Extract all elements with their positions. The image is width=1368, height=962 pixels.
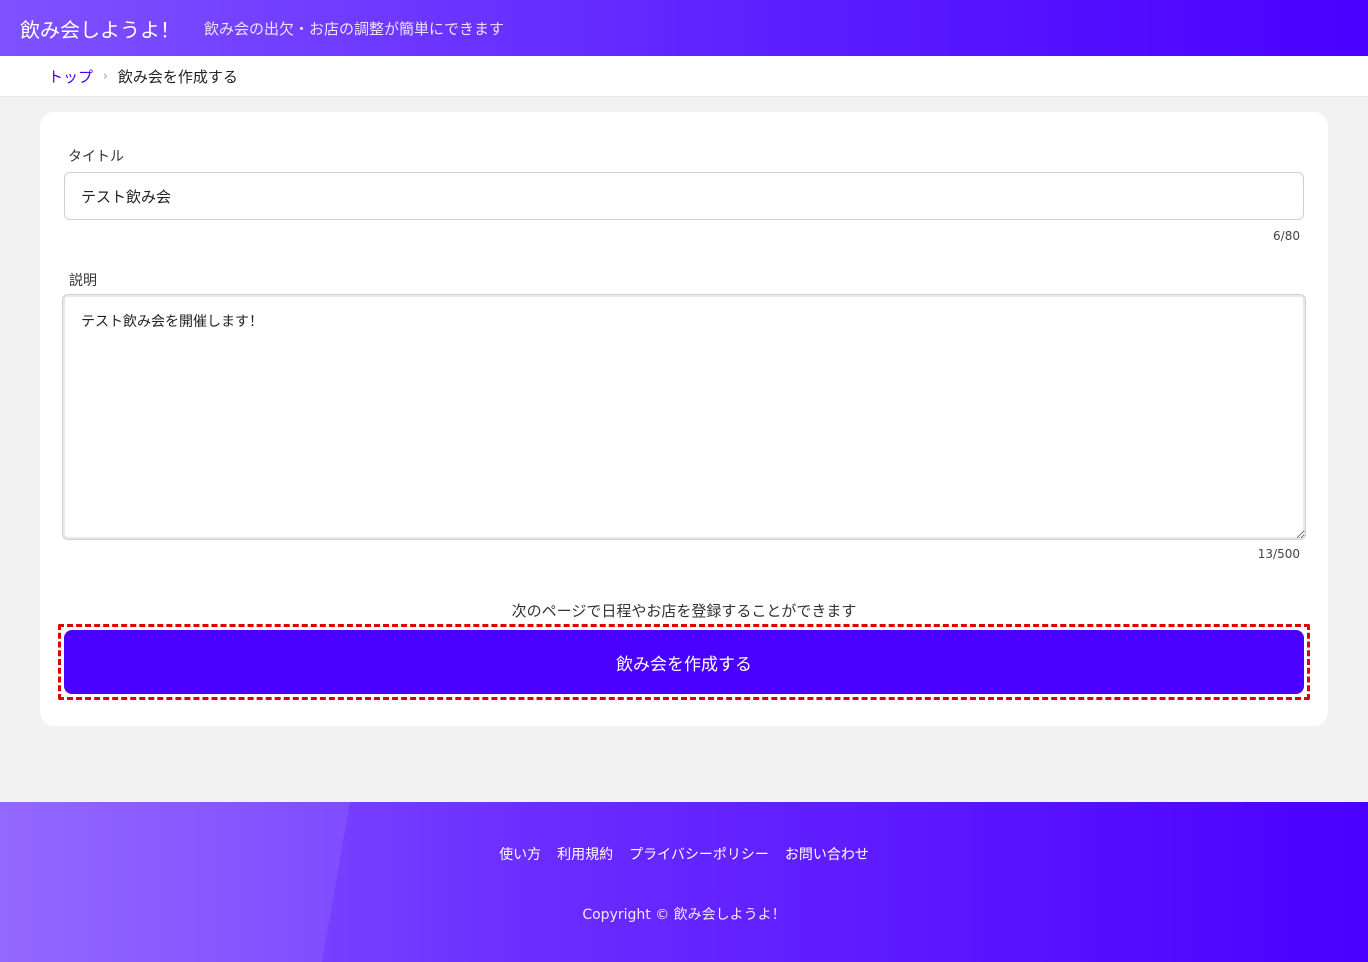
footer-link-terms[interactable]: 利用規約 [557, 844, 613, 864]
submit-highlight-box: 飲み会を作成する [58, 624, 1310, 700]
footer-link-privacy[interactable]: プライバシーポリシー [629, 844, 769, 864]
title-label: タイトル [68, 149, 124, 165]
breadcrumb: トップ › 飲み会を作成する [0, 56, 1368, 97]
description-label: 説明 [69, 273, 97, 289]
footer-link-how-to-use[interactable]: 使い方 [499, 844, 541, 864]
app-footer: 使い方 利用規約 プライバシーポリシー お問い合わせ Copyright © 飲… [0, 802, 1368, 962]
app-header: 飲み会しようよ！ 飲み会の出欠・お店の調整が簡単にできます [0, 0, 1368, 56]
title-char-counter: 6/80 [1273, 229, 1300, 243]
description-char-counter: 13/500 [1257, 547, 1300, 561]
breadcrumb-current: 飲み会を作成する [117, 67, 238, 86]
footer-decoration [0, 802, 350, 962]
create-party-button[interactable]: 飲み会を作成する [64, 630, 1304, 694]
breadcrumb-home-link[interactable]: トップ [48, 66, 93, 87]
footer-link-contact[interactable]: お問い合わせ [785, 844, 869, 864]
brand-logo[interactable]: 飲み会しようよ！ [20, 14, 180, 43]
copyright: Copyright © 飲み会しようよ！ [582, 907, 786, 923]
description-textarea[interactable]: テスト飲み会を開催します！ [62, 294, 1306, 540]
header-tagline: 飲み会の出欠・お店の調整が簡単にできます [204, 19, 505, 38]
footer-links: 使い方 利用規約 プライバシーポリシー お問い合わせ [0, 844, 1368, 864]
chevron-right-icon: › [103, 69, 108, 83]
create-party-form: タイトル 6/80 説明 テスト飲み会を開催します！ 13/500 次のページで… [40, 112, 1328, 726]
submit-hint: 次のページで日程やお店を登録することができます [511, 602, 857, 620]
title-input[interactable] [64, 172, 1304, 220]
